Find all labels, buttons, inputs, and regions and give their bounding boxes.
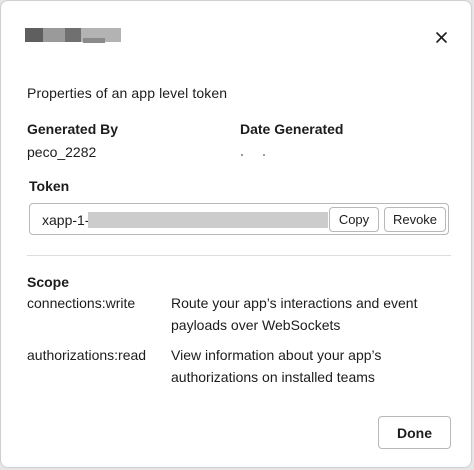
dialog-subtitle: Properties of an app level token <box>27 85 228 101</box>
redacted-token-value <box>88 212 328 228</box>
token-field[interactable]: xapp-1- 6 Copy Revoke <box>29 203 449 235</box>
token-label: Token <box>29 178 70 194</box>
copy-button[interactable]: Copy <box>329 207 379 232</box>
scope-description: View information about your app’s author… <box>171 347 382 385</box>
scope-description: Route your app’s interactions and event … <box>171 295 418 333</box>
revoke-button[interactable]: Revoke <box>384 207 446 232</box>
close-icon <box>436 32 447 43</box>
close-button[interactable] <box>431 27 451 47</box>
token-properties-dialog: Properties of an app level token Generat… <box>0 0 472 468</box>
scope-label: Scope <box>27 274 70 290</box>
redacted-app-name <box>25 28 121 43</box>
generated-by-value: peco_2282 <box>27 144 97 160</box>
divider <box>27 255 451 256</box>
done-button[interactable]: Done <box>378 416 451 449</box>
date-generated-label: Date Generated <box>240 121 344 137</box>
scope-name: authorizations:read <box>27 347 147 363</box>
redacted-date-value <box>241 154 277 157</box>
generated-by-label: Generated By <box>27 121 119 137</box>
scope-name: connections:write <box>27 295 136 311</box>
token-prefix: xapp-1- <box>42 212 90 228</box>
